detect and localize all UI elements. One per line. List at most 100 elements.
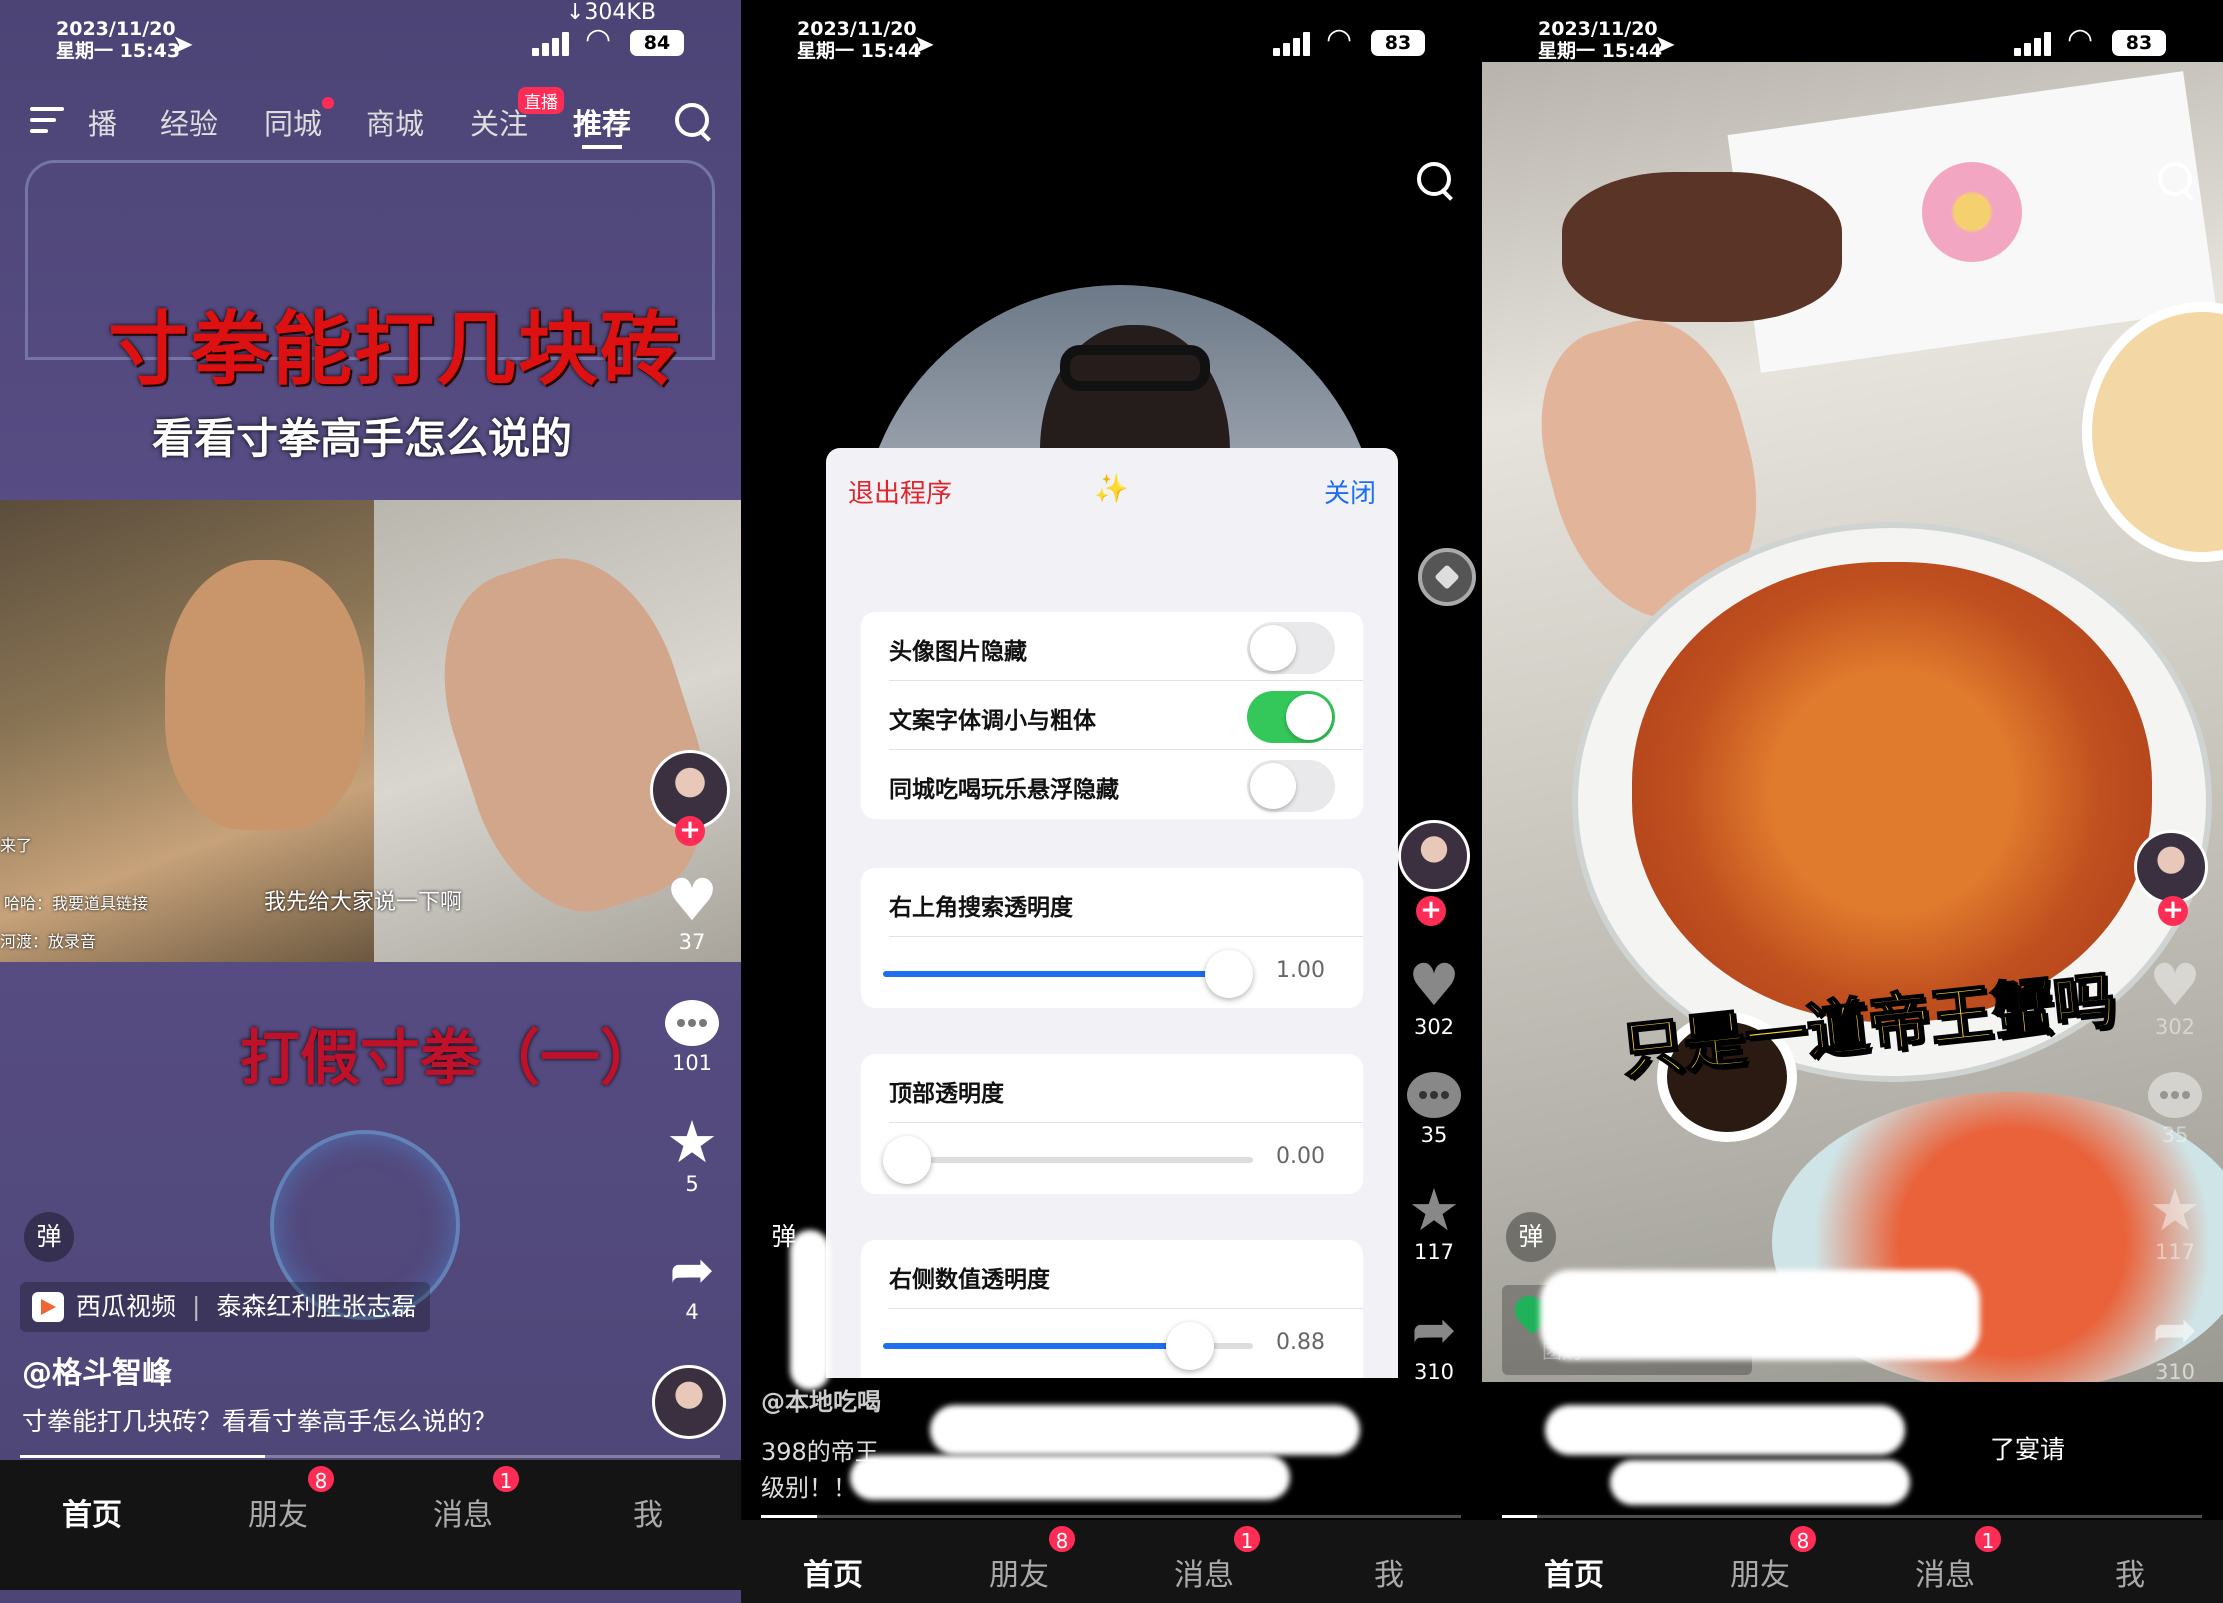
video-description: 寸拳能打几块砖？看看寸拳高手怎么说的？ <box>22 1407 498 1436</box>
heart-icon: ♥ <box>1408 951 1460 1019</box>
friends-badge: 8 <box>1788 1524 1818 1554</box>
tab-home[interactable]: 首页 <box>1544 1550 1604 1594</box>
small-bold-font-toggle[interactable] <box>1247 691 1335 743</box>
music-disc[interactable] <box>652 1365 726 1439</box>
comment-icon <box>665 1000 719 1046</box>
toggle-row: 文案字体调小与粗体 <box>861 681 1363 750</box>
author-name[interactable]: @格斗智峰 <box>22 1348 172 1392</box>
overlay-title: 打假寸拳（一） <box>240 1024 660 1094</box>
tab-me[interactable]: 我 <box>2115 1550 2145 1594</box>
search-icon[interactable] <box>1417 162 1455 200</box>
author-name[interactable]: @本地吃喝 <box>761 1382 881 1417</box>
redaction-mark <box>1545 1405 1905 1455</box>
toggle-label: 文案字体调小与粗体 <box>889 708 1096 734</box>
avatar[interactable] <box>1398 820 1470 892</box>
search-opacity-slider[interactable] <box>883 950 1253 998</box>
search-icon[interactable] <box>2158 162 2196 200</box>
garnish-flower <box>1922 162 2022 262</box>
like-button[interactable]: ♥ 302 <box>2135 955 2215 1039</box>
video-progress[interactable] <box>1502 1515 2202 1518</box>
share-button[interactable]: ➦ 4 <box>655 1238 729 1325</box>
tab-mall[interactable]: 商城 <box>366 101 424 143</box>
video-progress[interactable] <box>20 1455 720 1458</box>
favorite-button[interactable]: ★ 5 <box>655 1112 729 1196</box>
signal-icon <box>2014 32 2054 56</box>
tab-experience[interactable]: 经验 <box>160 101 218 143</box>
live-comment: 来了 <box>0 836 33 855</box>
tab-messages[interactable]: 消息 1 <box>1915 1524 2003 1594</box>
plus-icon[interactable]: + <box>675 816 705 846</box>
signal-icon <box>1273 32 1313 56</box>
sunglasses <box>1060 345 1210 391</box>
toggle-row: 头像图片隐藏 <box>861 612 1363 681</box>
video-progress[interactable] <box>761 1515 1461 1518</box>
close-button[interactable]: 关闭 <box>1324 473 1376 510</box>
friends-label: 朋友 <box>1730 1558 1790 1593</box>
tab-friends[interactable]: 朋友 8 <box>1730 1524 1818 1594</box>
source-anchor[interactable]: 西瓜视频 | 泰森红利胜张志磊 <box>20 1282 431 1332</box>
bottom-tabbar: 首页 朋友 8 消息 1 我 <box>0 1460 741 1590</box>
tab-local[interactable]: 同城 <box>264 101 322 143</box>
video-description-partial: 了宴请 <box>1990 1435 2066 1464</box>
toggle-label: 同城吃喝玩乐悬浮隐藏 <box>889 777 1119 803</box>
share-button[interactable]: ➦ 310 <box>1394 1300 1474 1380</box>
slider-label: 右侧数值透明度 <box>889 1267 1050 1293</box>
sparkle-icon: ✨ <box>1094 472 1129 505</box>
man-face <box>165 560 365 830</box>
comment-count: 101 <box>671 1051 713 1075</box>
favorite-button[interactable]: ★ 117 <box>2135 1180 2215 1264</box>
status-date: 2023/11/20 星期一 15:44 <box>1538 18 1663 62</box>
share-button[interactable]: ➦ 310 <box>2135 1300 2215 1385</box>
tab-messages[interactable]: 消息 1 <box>433 1464 521 1534</box>
favorite-button[interactable]: ★ 117 <box>1394 1180 1474 1264</box>
tab-home[interactable]: 首页 <box>62 1490 122 1534</box>
source-text: 泰森红利胜张志磊 <box>216 1292 417 1321</box>
wifi-icon: ◠ <box>585 22 612 57</box>
tab-friends[interactable]: 朋友 8 <box>989 1524 1077 1594</box>
favorite-count: 117 <box>1413 1240 1455 1264</box>
side-actions <box>1394 820 1474 892</box>
video-description-line2: 级别！！ <box>761 1474 857 1502</box>
comment-button[interactable]: 35 <box>1394 1072 1474 1147</box>
plus-icon[interactable]: + <box>2158 896 2188 926</box>
tab-friends[interactable]: 朋友 8 <box>248 1464 336 1534</box>
location-arrow-icon: ➤ <box>913 30 935 60</box>
tab-live[interactable]: 播 <box>88 101 117 143</box>
redaction-mark <box>1610 1460 1910 1505</box>
tab-messages[interactable]: 消息 1 <box>1174 1524 1262 1594</box>
top-opacity-slider[interactable] <box>883 1136 1253 1184</box>
like-button[interactable]: ♥ 37 <box>655 870 729 954</box>
redaction-mark <box>850 1455 1290 1500</box>
floating-tool-icon[interactable] <box>1418 548 1476 606</box>
signal-icon <box>532 32 572 56</box>
menu-icon[interactable] <box>30 107 64 133</box>
search-icon[interactable] <box>675 103 713 141</box>
tab-recommend[interactable]: 推荐 <box>573 101 631 143</box>
share-icon: ➦ <box>1411 1300 1457 1361</box>
danmu-button[interactable]: 弹 <box>24 1212 74 1262</box>
meat-dish <box>1562 172 1842 322</box>
slider-group-right-values-opacity: 右侧数值透明度 0.88 <box>861 1240 1363 1378</box>
messages-label: 消息 <box>1915 1558 1975 1593</box>
friends-label: 朋友 <box>989 1558 1049 1593</box>
slider-value: 0.88 <box>1276 1330 1325 1355</box>
like-button[interactable]: ♥ 302 <box>1394 955 1474 1039</box>
heart-icon: ♥ <box>666 866 718 934</box>
hide-avatar-toggle[interactable] <box>1247 622 1335 674</box>
messages-badge: 1 <box>1973 1524 2003 1554</box>
tab-me[interactable]: 我 <box>1374 1550 1404 1594</box>
share-icon: ➦ <box>669 1238 715 1301</box>
tab-home[interactable]: 首页 <box>803 1550 863 1594</box>
right-values-opacity-slider[interactable] <box>883 1322 1253 1370</box>
comment-button[interactable]: 35 <box>2135 1072 2215 1147</box>
danmu-button[interactable]: 弹 <box>1506 1212 1556 1262</box>
plus-icon[interactable]: + <box>1416 896 1446 926</box>
slider-group-search-opacity: 右上角搜索透明度 1.00 <box>861 868 1363 1008</box>
comment-button[interactable]: 101 <box>655 1000 729 1075</box>
avatar[interactable] <box>2134 830 2208 904</box>
tab-me[interactable]: 我 <box>633 1490 663 1534</box>
exit-button[interactable]: 退出程序 <box>848 473 952 510</box>
status-date: 2023/11/20 星期一 15:44 <box>797 18 922 62</box>
star-icon: ★ <box>2149 1176 2201 1244</box>
hide-local-float-toggle[interactable] <box>1247 760 1335 812</box>
